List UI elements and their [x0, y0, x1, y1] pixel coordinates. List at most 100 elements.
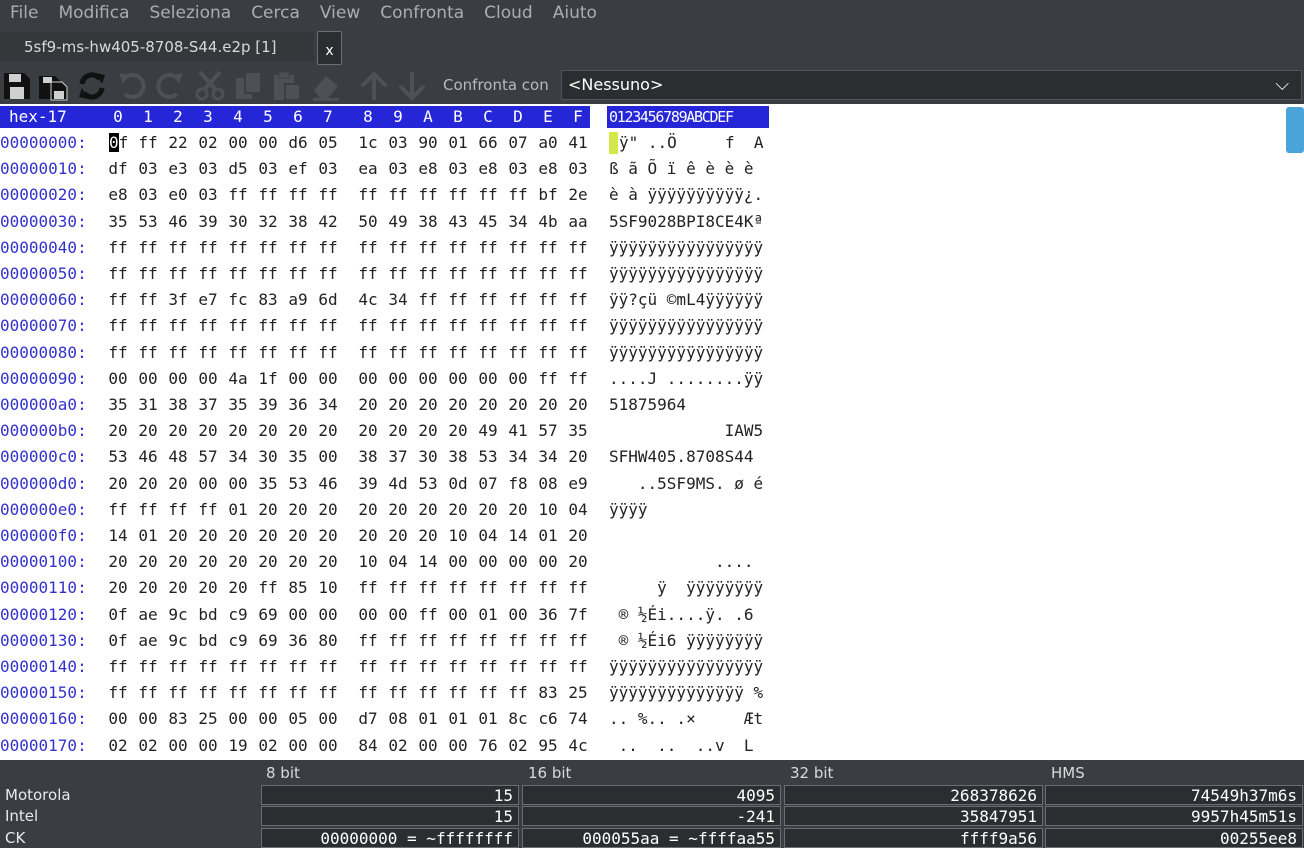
ascii-text[interactable]: è à ÿÿÿÿÿÿÿÿÿÿ¿.	[609, 182, 763, 208]
hex-byte[interactable]: 20	[313, 549, 343, 575]
hex-byte[interactable]: ff	[193, 497, 223, 523]
hex-byte[interactable]: 20	[503, 392, 533, 418]
hex-byte[interactable]: 48	[163, 444, 193, 470]
hex-byte[interactable]: ff	[223, 182, 253, 208]
hex-byte[interactable]: 02	[193, 130, 223, 156]
hex-byte[interactable]: 83	[253, 287, 283, 313]
hex-byte[interactable]: 03	[133, 156, 163, 182]
compare-select[interactable]: <Nessuno> ⌵	[561, 70, 1302, 100]
hex-byte[interactable]: 00	[503, 549, 533, 575]
hex-byte[interactable]: ff	[533, 628, 563, 654]
hex-byte[interactable]: ff	[503, 313, 533, 339]
hex-byte[interactable]: 03	[443, 156, 473, 182]
hex-byte[interactable]: 08	[383, 706, 413, 732]
hex-byte[interactable]: 53	[133, 209, 163, 235]
hex-byte[interactable]: 00	[163, 733, 193, 759]
hex-byte[interactable]: 00	[223, 471, 253, 497]
hex-byte[interactable]: 03	[193, 182, 223, 208]
hex-byte[interactable]: ff	[503, 261, 533, 287]
hex-byte[interactable]: ff	[103, 497, 133, 523]
hex-byte[interactable]: ff	[443, 287, 473, 313]
erase-icon[interactable]	[310, 70, 342, 102]
hex-byte[interactable]: 32	[253, 209, 283, 235]
menu-item[interactable]: Confronta	[370, 0, 474, 26]
hex-byte[interactable]: ff	[563, 261, 593, 287]
hex-byte[interactable]: 03	[563, 156, 593, 182]
hex-byte[interactable]: e0	[163, 182, 193, 208]
hex-byte[interactable]: ff	[253, 235, 283, 261]
hex-byte[interactable]: ff	[413, 628, 443, 654]
hex-byte[interactable]: 00	[253, 706, 283, 732]
hex-byte[interactable]: ff	[443, 235, 473, 261]
hex-byte[interactable]: 30	[223, 209, 253, 235]
hex-byte[interactable]: 00	[253, 130, 283, 156]
hex-byte[interactable]: 00	[443, 602, 473, 628]
hex-byte[interactable]: ff	[353, 235, 383, 261]
hex-byte[interactable]: ff	[253, 654, 283, 680]
hex-byte[interactable]: 20	[103, 418, 133, 444]
hex-byte[interactable]: 20	[353, 497, 383, 523]
hex-byte[interactable]: 20	[313, 523, 343, 549]
hex-byte[interactable]: 00	[133, 706, 163, 732]
hex-byte[interactable]: ff	[443, 261, 473, 287]
hex-byte[interactable]: 20	[383, 418, 413, 444]
hex-byte[interactable]: e8	[473, 156, 503, 182]
hex-byte[interactable]: ff	[443, 340, 473, 366]
hex-byte[interactable]: 42	[313, 209, 343, 235]
hex-byte[interactable]: 14	[503, 523, 533, 549]
hex-byte[interactable]: ff	[533, 366, 563, 392]
hex-byte[interactable]: ff	[533, 654, 563, 680]
hex-byte[interactable]: 41	[563, 130, 593, 156]
hex-byte[interactable]: ff	[193, 340, 223, 366]
hex-byte[interactable]: 46	[163, 209, 193, 235]
cut-icon[interactable]	[194, 70, 226, 102]
arrow-up-icon[interactable]	[358, 70, 390, 102]
hex-byte[interactable]: 34	[503, 444, 533, 470]
hex-byte[interactable]: 45	[473, 209, 503, 235]
hex-byte[interactable]: ff	[563, 235, 593, 261]
hex-byte[interactable]: ff	[503, 680, 533, 706]
hex-byte[interactable]: 20	[103, 575, 133, 601]
hex-byte[interactable]: ff	[413, 182, 443, 208]
hex-byte[interactable]: 7f	[563, 602, 593, 628]
hex-byte[interactable]: a9	[283, 287, 313, 313]
hex-byte[interactable]: ff	[563, 575, 593, 601]
ascii-text[interactable]: ß ã Õ ï ê è è è	[609, 156, 754, 182]
hex-byte[interactable]: 02	[253, 733, 283, 759]
hex-byte[interactable]: ff	[133, 654, 163, 680]
hex-byte[interactable]: ff	[193, 235, 223, 261]
hex-byte[interactable]: 20	[473, 392, 503, 418]
hex-byte[interactable]: 01	[133, 523, 163, 549]
hex-byte[interactable]: ff	[163, 680, 193, 706]
hex-byte[interactable]: 03	[193, 156, 223, 182]
hex-byte[interactable]: fc	[223, 287, 253, 313]
hex-byte[interactable]: ff	[503, 575, 533, 601]
hex-byte[interactable]: ff	[283, 654, 313, 680]
hex-byte[interactable]: 53	[283, 471, 313, 497]
hex-byte[interactable]: 00	[313, 444, 343, 470]
hex-byte[interactable]: ff	[563, 628, 593, 654]
hex-byte[interactable]: ff	[283, 182, 313, 208]
hex-byte[interactable]: ea	[353, 156, 383, 182]
hex-byte[interactable]: 20	[413, 497, 443, 523]
hex-byte[interactable]: 02	[103, 733, 133, 759]
hex-byte[interactable]: ff	[533, 287, 563, 313]
hex-byte[interactable]: 00	[103, 366, 133, 392]
hex-byte[interactable]: c9	[223, 628, 253, 654]
hex-byte[interactable]: 05	[283, 706, 313, 732]
hex-byte[interactable]: 00	[443, 733, 473, 759]
hex-byte[interactable]: ff	[163, 261, 193, 287]
hex-byte[interactable]: ff	[103, 313, 133, 339]
hex-byte[interactable]: ff	[133, 313, 163, 339]
hex-byte[interactable]: 20	[563, 549, 593, 575]
hex-byte[interactable]: ff	[283, 261, 313, 287]
hex-byte[interactable]: 19	[223, 733, 253, 759]
menu-item[interactable]: File	[0, 0, 48, 26]
hex-byte[interactable]: e8	[413, 156, 443, 182]
hex-byte[interactable]: 01	[473, 602, 503, 628]
hex-byte[interactable]: ff	[133, 235, 163, 261]
hex-byte[interactable]: ff	[283, 680, 313, 706]
hex-byte[interactable]: 00	[533, 549, 563, 575]
hex-byte[interactable]: 6d	[313, 287, 343, 313]
hex-byte[interactable]: 00	[473, 366, 503, 392]
